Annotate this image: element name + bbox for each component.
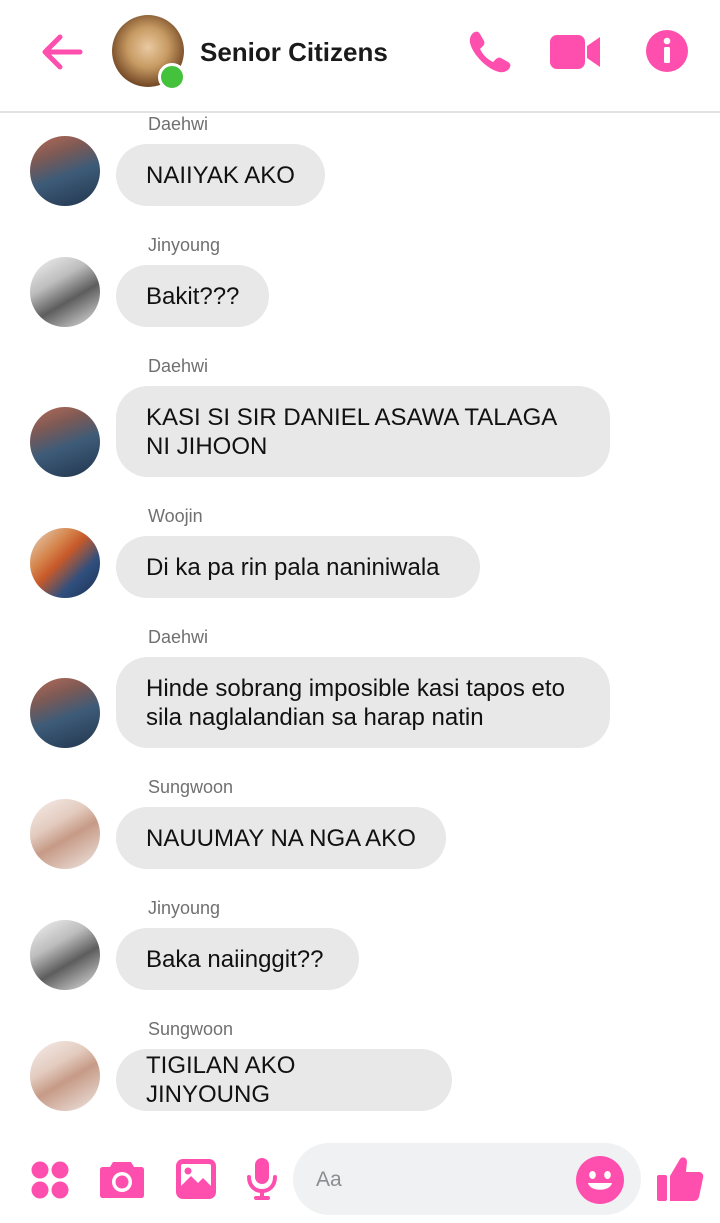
online-status-indicator bbox=[158, 63, 186, 91]
message-bubble[interactable]: KASI SI SIR DANIEL ASAWA TALAGA NI JIHOO… bbox=[116, 386, 610, 477]
avatar[interactable] bbox=[30, 799, 100, 869]
avatar[interactable] bbox=[30, 678, 100, 748]
message-bubble[interactable]: TIGILAN AKO JINYOUNG bbox=[116, 1049, 452, 1111]
message-bubble[interactable]: Baka naiinggit?? bbox=[116, 928, 359, 990]
avatar[interactable] bbox=[30, 920, 100, 990]
message-text: NAUUMAY NA NGA AKO bbox=[146, 824, 416, 852]
avatar[interactable] bbox=[30, 1041, 100, 1111]
avatar[interactable] bbox=[30, 407, 100, 477]
sender-name: Sungwoon bbox=[148, 1019, 234, 1039]
sender-name: Daehwi bbox=[148, 627, 209, 647]
avatar[interactable] bbox=[30, 257, 100, 327]
sender-name: Woojin bbox=[148, 506, 203, 526]
avatar[interactable] bbox=[30, 136, 100, 206]
info-icon[interactable] bbox=[645, 29, 689, 73]
message-input-placeholder: Aa bbox=[316, 1168, 342, 1191]
thumbs-up-icon[interactable] bbox=[656, 1155, 704, 1203]
message-text: KASI SI SIR DANIEL ASAWA TALAGA NI JIHOO… bbox=[146, 403, 556, 460]
message-bubble[interactable]: Hinde sobrang imposible kasi tapos eto s… bbox=[116, 657, 610, 748]
video-camera-icon[interactable] bbox=[549, 32, 601, 72]
message-text: Bakit??? bbox=[146, 282, 240, 310]
sender-name: Daehwi bbox=[148, 356, 209, 376]
message-text: NAIIYAK AKO bbox=[146, 161, 295, 189]
sender-name: Jinyoung bbox=[148, 898, 221, 918]
message-text: Baka naiinggit?? bbox=[146, 945, 324, 973]
chat-title[interactable]: Senior Citizens bbox=[200, 36, 388, 68]
sender-name: Daehwi bbox=[148, 114, 209, 134]
message-text: Hinde sobrang imposible kasi tapos eto s… bbox=[146, 674, 565, 731]
microphone-icon[interactable] bbox=[246, 1157, 278, 1201]
message-bubble[interactable]: NAUUMAY NA NGA AKO bbox=[116, 807, 446, 869]
message-bubble[interactable]: Bakit??? bbox=[116, 265, 269, 327]
chat-header: Senior Citizens bbox=[0, 0, 720, 113]
message-text: TIGILAN AKO JINYOUNG bbox=[146, 1052, 296, 1108]
message-bubble[interactable]: Di ka pa rin pala naniniwala bbox=[116, 536, 480, 598]
apps-grid-icon[interactable] bbox=[31, 1161, 69, 1199]
sender-name: Sungwoon bbox=[148, 777, 234, 797]
back-arrow-icon[interactable] bbox=[36, 28, 88, 76]
avatar[interactable] bbox=[30, 528, 100, 598]
camera-icon[interactable] bbox=[99, 1159, 145, 1199]
emoji-icon[interactable] bbox=[576, 1156, 624, 1204]
phone-icon[interactable] bbox=[466, 28, 514, 76]
sender-name: Jinyoung bbox=[148, 235, 221, 255]
gallery-icon[interactable] bbox=[175, 1158, 217, 1200]
message-text: Di ka pa rin pala naniniwala bbox=[146, 553, 440, 581]
message-bubble[interactable]: NAIIYAK AKO bbox=[116, 144, 325, 206]
